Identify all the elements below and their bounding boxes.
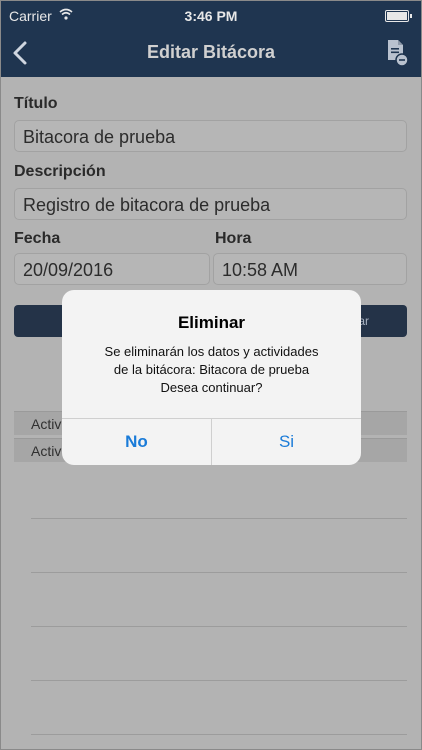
titulo-label: Título [14, 95, 58, 112]
list-divider [31, 734, 407, 735]
descripcion-field[interactable]: Registro de bitacora de prueba [14, 188, 407, 220]
no-button[interactable]: No [62, 419, 211, 465]
navigation-bar: Editar Bitácora [1, 29, 421, 77]
list-divider [31, 518, 407, 519]
delete-confirmation-dialog: Eliminar Se eliminarán los datos y activ… [62, 290, 361, 465]
hora-field[interactable]: 10:58 AM [213, 253, 407, 285]
dialog-title: Eliminar [177, 313, 246, 332]
status-time: 3:46 PM [184, 8, 238, 24]
fecha-field[interactable]: 20/09/2016 [14, 253, 210, 285]
battery-icon [385, 10, 412, 22]
dialog-message-line: de la bitácora: Bitacora de prueba [113, 362, 310, 377]
activity-row-label: Activ [31, 416, 62, 432]
descripcion-label: Descripción [14, 163, 106, 180]
list-divider [31, 680, 407, 681]
delete-document-icon[interactable] [385, 38, 409, 68]
dialog-message-line: Desea continuar? [160, 380, 263, 395]
fecha-label: Fecha [14, 230, 61, 247]
activity-row-label: Activ [31, 443, 62, 459]
page-title: Editar Bitácora [146, 42, 276, 62]
list-divider [31, 572, 407, 573]
yes-button[interactable]: Si [212, 419, 361, 465]
dialog-message-line: Se eliminarán los datos y actividades [104, 344, 319, 359]
app-screen: Carrier 3:46 PM Editar Bitácora Título B… [0, 0, 422, 750]
titulo-field[interactable]: Bitacora de prueba [14, 120, 407, 152]
status-bar: Carrier 3:46 PM [1, 1, 421, 29]
hora-label: Hora [215, 230, 252, 247]
list-divider [31, 626, 407, 627]
dialog-message: Se eliminarán los datos y actividades de… [72, 343, 351, 397]
